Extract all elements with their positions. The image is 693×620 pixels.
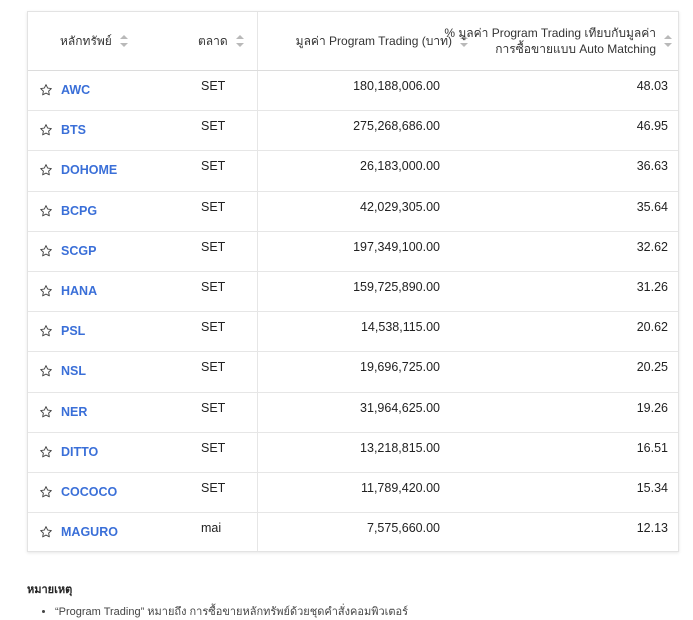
value-cell: 159,725,890.00	[353, 279, 440, 294]
value-cell: 14,538,115.00	[360, 320, 440, 335]
market-cell: mai	[201, 521, 222, 536]
percent-cell: 20.62	[636, 320, 668, 335]
notes-list: “Program Trading” หมายถึง การซื้อขายหลัก…	[27, 602, 667, 620]
star-icon[interactable]	[39, 83, 53, 97]
header-value-label: มูลค่า Program Trading (บาท)	[295, 33, 452, 48]
market-cell: SET	[201, 119, 226, 134]
value-cell: 275,268,686.00	[353, 119, 440, 134]
notes-section: หมายเหตุ “Program Trading” หมายถึง การซื…	[27, 580, 667, 620]
table-row: BTS SET 275,268,686.00 46.95	[28, 111, 678, 152]
value-cell: 7,575,660.00	[367, 521, 440, 536]
symbol-link[interactable]: DITTO	[61, 445, 98, 459]
percent-cell: 31.26	[636, 279, 668, 294]
table-row: SCGP SET 197,349,100.00 32.62	[28, 232, 678, 272]
star-icon[interactable]	[39, 324, 53, 338]
symbol-link[interactable]: BTS	[61, 123, 86, 137]
note-item: “Program Trading” หมายถึง การซื้อขายหลัก…	[55, 602, 667, 620]
market-cell: SET	[201, 360, 226, 375]
star-icon[interactable]	[39, 525, 53, 539]
star-icon[interactable]	[39, 244, 53, 258]
table-row: AWC SET 180,188,006.00 48.03	[28, 71, 678, 112]
star-icon[interactable]	[39, 284, 53, 298]
header-percent-line1: % มูลค่า Program Trading เทียบกับมูลค่า	[444, 26, 656, 40]
program-trading-table: หลักทรัพย์ ตลาด มูลค่า Program Trading (…	[27, 11, 679, 552]
percent-cell: 19.26	[636, 400, 668, 415]
value-cell: 26,183,000.00	[360, 159, 440, 174]
table-row: NSL SET 19,696,725.00 20.25	[28, 352, 678, 393]
header-percent[interactable]: % มูลค่า Program Trading เทียบกับมูลค่า …	[444, 12, 672, 70]
table-body: AWC SET 180,188,006.00 48.03 BTS SET 275,268,6…	[28, 71, 678, 551]
notes-title: หมายเหตุ	[27, 584, 73, 596]
value-cell: 42,029,305.00	[360, 199, 440, 214]
star-icon[interactable]	[39, 204, 53, 218]
symbol-link[interactable]: AWC	[61, 83, 90, 97]
symbol-link[interactable]: HANA	[61, 284, 97, 298]
sort-icon[interactable]	[235, 35, 244, 47]
percent-cell: 46.95	[636, 119, 668, 134]
symbol-link[interactable]: DOHOME	[61, 163, 117, 177]
sort-icon[interactable]	[119, 35, 128, 47]
percent-cell: 36.63	[636, 159, 668, 174]
table-row: BCPG SET 42,029,305.00 35.64	[28, 192, 678, 232]
percent-cell: 32.62	[636, 239, 668, 254]
table-row: DITTO SET 13,218,815.00 16.51	[28, 433, 678, 473]
value-cell: 13,218,815.00	[360, 440, 440, 455]
header-market[interactable]: ตลาด	[198, 12, 244, 70]
value-cell: 31,964,625.00	[360, 400, 440, 415]
symbol-link[interactable]: NSL	[61, 364, 86, 378]
header-percent-line2: การซื้อขายแบบ Auto Matching	[495, 42, 656, 56]
market-cell: SET	[201, 199, 226, 214]
table-row: HANA SET 159,725,890.00 31.26	[28, 272, 678, 313]
star-icon[interactable]	[39, 163, 53, 177]
value-cell: 19,696,725.00	[360, 360, 440, 375]
star-icon[interactable]	[39, 445, 53, 459]
symbol-link[interactable]: BCPG	[61, 204, 97, 218]
percent-cell: 15.34	[636, 480, 668, 495]
table-row: PSL SET 14,538,115.00 20.62	[28, 312, 678, 353]
symbol-link[interactable]: SCGP	[61, 244, 96, 258]
value-cell: 197,349,100.00	[353, 239, 440, 254]
table-row: MAGURO mai 7,575,660.00 12.13	[28, 513, 678, 551]
symbol-link[interactable]: COCOCO	[61, 485, 117, 499]
header-percent-label: % มูลค่า Program Trading เทียบกับมูลค่า …	[444, 25, 656, 57]
header-value[interactable]: มูลค่า Program Trading (บาท)	[296, 12, 468, 70]
value-cell: 180,188,006.00	[353, 79, 440, 93]
header-symbol[interactable]: หลักทรัพย์	[60, 12, 128, 70]
market-cell: SET	[201, 400, 226, 415]
star-icon[interactable]	[39, 364, 53, 378]
header-symbol-label: หลักทรัพย์	[60, 33, 112, 48]
value-cell: 11,789,420.00	[360, 480, 440, 495]
star-icon[interactable]	[39, 405, 53, 419]
table-row: COCOCO SET 11,789,420.00 15.34	[28, 473, 678, 514]
market-cell: SET	[201, 279, 226, 294]
table-row: DOHOME SET 26,183,000.00 36.63	[28, 151, 678, 192]
symbol-link[interactable]: PSL	[61, 324, 85, 338]
table-row: NER SET 31,964,625.00 19.26	[28, 393, 678, 433]
market-cell: SET	[201, 239, 226, 254]
symbol-link[interactable]: MAGURO	[61, 525, 118, 539]
symbol-link[interactable]: NER	[61, 405, 87, 419]
market-cell: SET	[201, 480, 226, 495]
header-market-label: ตลาด	[198, 33, 228, 48]
percent-cell: 35.64	[636, 199, 668, 214]
star-icon[interactable]	[39, 123, 53, 137]
percent-cell: 12.13	[636, 521, 668, 536]
star-icon[interactable]	[39, 485, 53, 499]
market-cell: SET	[201, 320, 226, 335]
sort-icon[interactable]	[664, 35, 672, 47]
percent-cell: 20.25	[636, 360, 668, 375]
market-cell: SET	[201, 79, 226, 93]
table-header: หลักทรัพย์ ตลาด มูลค่า Program Trading (…	[28, 12, 678, 71]
market-cell: SET	[201, 440, 226, 455]
market-cell: SET	[201, 159, 226, 174]
percent-cell: 48.03	[636, 79, 668, 93]
percent-cell: 16.51	[636, 440, 668, 455]
